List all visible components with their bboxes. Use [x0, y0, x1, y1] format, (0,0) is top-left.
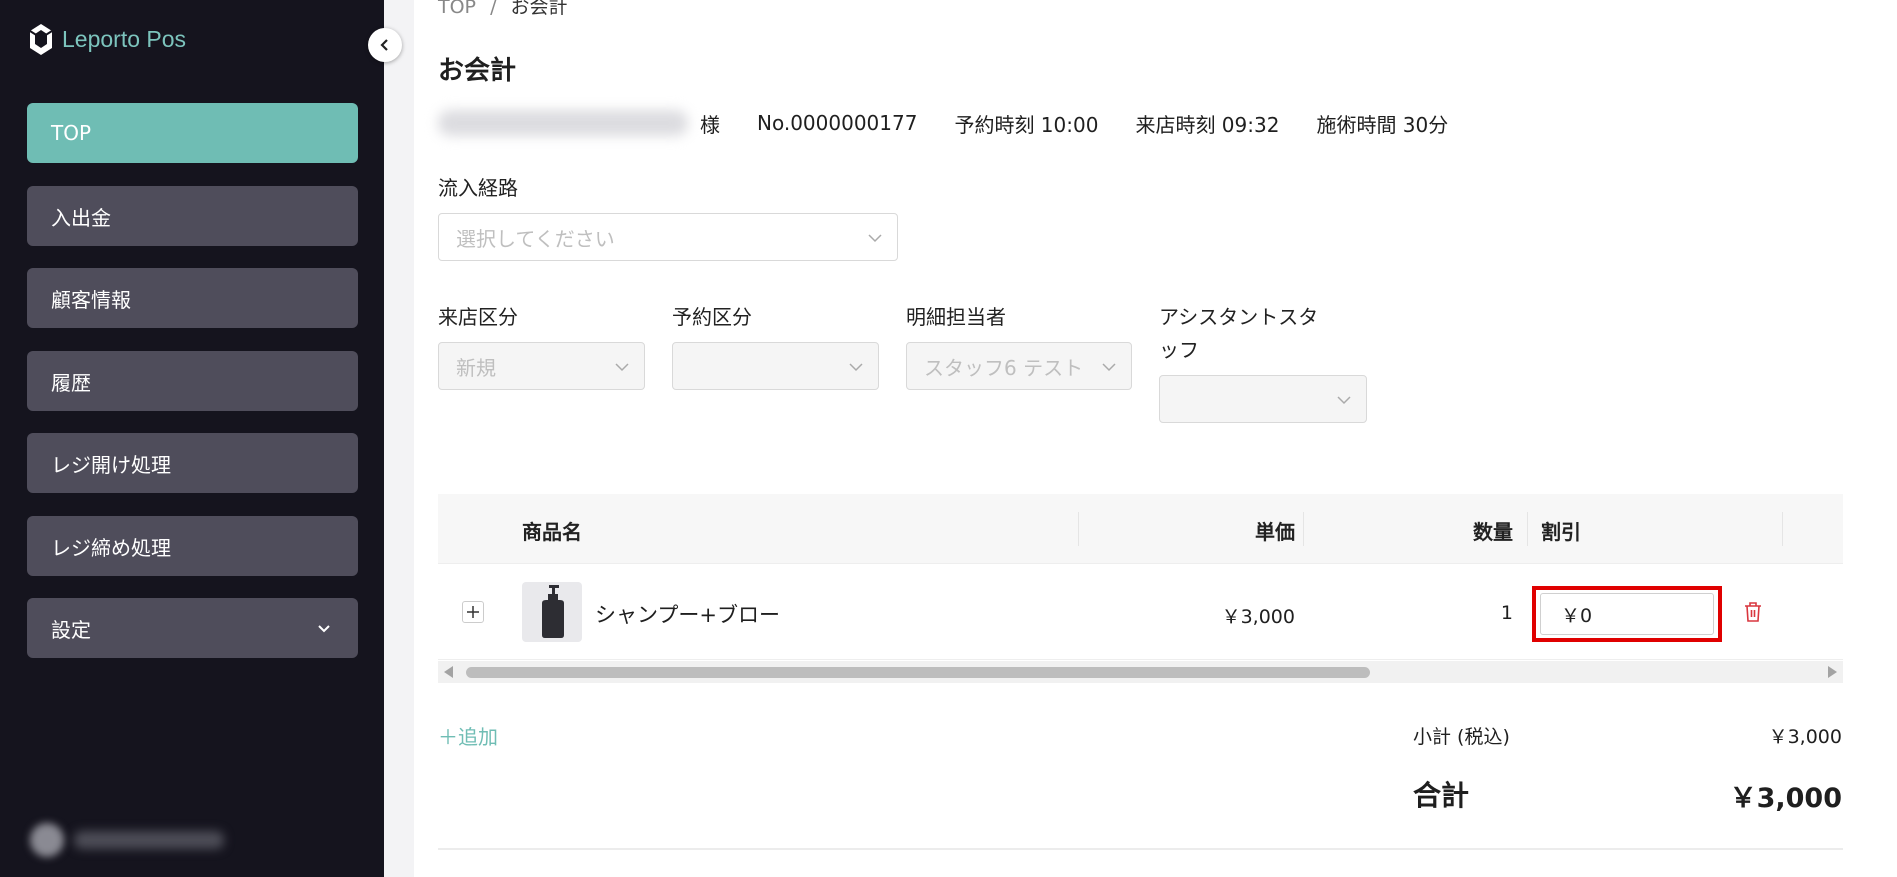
visit-type-select[interactable]: 新規: [438, 342, 645, 390]
staff-label: 明細担当者: [906, 305, 1006, 329]
sidebar-item-label: レジ締め処理: [51, 535, 171, 560]
sidebar-item-settings[interactable]: 設定: [27, 598, 358, 658]
assistant-select[interactable]: [1159, 375, 1367, 423]
column-header-discount: 割引: [1541, 520, 1581, 544]
unit-price: ￥3,000: [1221, 606, 1295, 628]
sidebar-item-deposit-withdrawal[interactable]: 入出金: [27, 186, 358, 246]
customer-name: [438, 110, 688, 136]
column-header-unit-price: 単価: [1255, 520, 1295, 544]
sidebar-item-top[interactable]: TOP: [27, 103, 358, 163]
sidebar-item-history[interactable]: 履歴: [27, 351, 358, 411]
scrollbar-thumb[interactable]: [466, 667, 1370, 678]
breadcrumb: TOP / お会計: [438, 0, 568, 19]
logo-icon: [29, 24, 53, 55]
page-title: お会計: [438, 56, 517, 86]
staff-value: スタッフ6 テスト: [924, 355, 1084, 380]
scroll-right-icon[interactable]: [1828, 666, 1837, 678]
product-thumbnail: [522, 582, 582, 642]
sidebar: Leporto Pos TOP 入出金 顧客情報 履歴 レジ開け処理 レジ締め処…: [0, 0, 384, 877]
inflow-route-placeholder: 選択してください: [456, 226, 615, 251]
chevron-left-icon: [380, 39, 388, 51]
assistant-label-line2: ッフ: [1159, 338, 1199, 362]
reservation-type-select[interactable]: [672, 342, 879, 390]
sidebar-item-label: 入出金: [51, 205, 111, 230]
chevron-down-icon: [849, 363, 863, 372]
reservation-time: 予約時刻 10:00: [954, 112, 1099, 137]
customer-honorific: 様: [700, 112, 720, 137]
total-label: 合計: [1413, 779, 1470, 812]
sidebar-item-customer-info[interactable]: 顧客情報: [27, 268, 358, 328]
treatment-time: 施術時間 30分: [1316, 112, 1449, 137]
chevron-down-icon: [1102, 363, 1116, 372]
chevron-down-icon: [868, 234, 882, 243]
column-header-quantity: 数量: [1473, 520, 1513, 544]
user-profile[interactable]: [22, 815, 242, 863]
column-divider: [1782, 512, 1783, 546]
sidebar-collapse-button[interactable]: [368, 28, 402, 62]
product-name: シャンプー+ブロー: [595, 603, 780, 627]
inflow-route-select[interactable]: 選択してください: [438, 213, 898, 261]
plus-icon: [467, 606, 479, 618]
horizontal-scrollbar[interactable]: [438, 661, 1843, 683]
sidebar-item-label: 履歴: [51, 370, 91, 395]
user-name: [74, 831, 224, 849]
sidebar-item-register-close[interactable]: レジ締め処理: [27, 516, 358, 576]
assistant-label-line1: アシスタントスタ: [1159, 305, 1319, 329]
sidebar-item-label: レジ開け処理: [51, 452, 171, 477]
chevron-down-icon: [318, 625, 330, 633]
quantity: 1: [1500, 602, 1513, 624]
subtotal-value: ￥3,000: [1768, 726, 1842, 748]
column-divider: [1527, 512, 1528, 546]
expand-row-button[interactable]: [462, 601, 484, 623]
sidebar-item-label: 設定: [51, 617, 91, 642]
breadcrumb-separator: /: [490, 0, 497, 18]
inflow-route-label: 流入経路: [438, 176, 518, 200]
discount-input[interactable]: [1540, 593, 1714, 635]
reservation-type-label: 予約区分: [672, 305, 752, 329]
scroll-left-icon[interactable]: [444, 666, 453, 678]
column-divider: [1303, 512, 1304, 546]
sidebar-item-label: TOP: [51, 121, 92, 145]
add-item-link[interactable]: ＋追加: [438, 721, 498, 750]
table-row: シャンプー+ブロー ￥3,000 1: [438, 565, 1843, 660]
customer-number: No.0000000177: [757, 111, 918, 135]
staff-select[interactable]: スタッフ6 テスト: [906, 342, 1132, 390]
visit-time: 来店時刻 09:32: [1135, 112, 1280, 137]
table-header: 商品名 単価 数量 割引: [438, 494, 1843, 564]
app-logo[interactable]: Leporto Pos: [28, 22, 186, 56]
trash-icon[interactable]: [1743, 601, 1763, 623]
chevron-down-icon: [615, 363, 629, 372]
sidebar-item-label: 顧客情報: [51, 287, 131, 312]
breadcrumb-current: お会計: [510, 0, 568, 18]
total-value: ￥3,000: [1729, 783, 1842, 814]
sidebar-item-register-open[interactable]: レジ開け処理: [27, 433, 358, 493]
breadcrumb-home[interactable]: TOP: [438, 0, 476, 18]
column-divider: [1078, 512, 1079, 546]
subtotal-label: 小計 (税込): [1413, 726, 1510, 748]
customer-info: 様 No.0000000177 予約時刻 10:00 来店時刻 09:32 施術…: [438, 108, 1485, 138]
column-header-product: 商品名: [522, 520, 582, 544]
footer-divider: [438, 848, 1843, 850]
visit-type-value: 新規: [456, 355, 496, 380]
visit-type-label: 来店区分: [438, 305, 518, 329]
chevron-down-icon: [1337, 396, 1351, 405]
shampoo-bottle-icon: [542, 585, 564, 638]
avatar: [30, 823, 64, 857]
app-name: Leporto Pos: [62, 25, 187, 52]
discount-highlight: [1532, 586, 1722, 642]
